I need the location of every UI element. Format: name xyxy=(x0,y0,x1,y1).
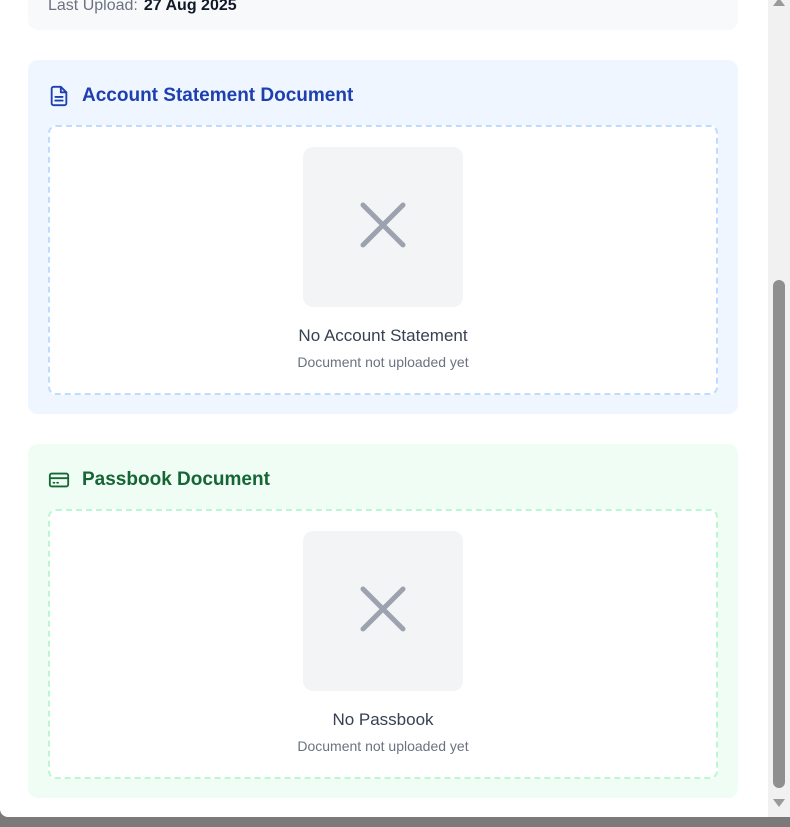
account-statement-title: Account Statement Document xyxy=(82,85,354,106)
document-modal: Last Upload: 27 Aug 2025 Account Statemen… xyxy=(0,0,768,817)
passbook-header: Passbook Document xyxy=(48,468,270,492)
scroll-down-arrow-icon[interactable] xyxy=(773,799,785,807)
card-icon xyxy=(48,469,70,491)
passbook-title: Passbook Document xyxy=(82,469,270,490)
account-statement-empty-title: No Account Statement xyxy=(298,326,468,345)
passbook-empty-subtitle: Document not uploaded yet xyxy=(297,738,469,754)
passbook-section: Passbook Document No Passbook Document n… xyxy=(28,444,738,798)
passbook-placeholder xyxy=(303,531,463,691)
account-statement-empty-subtitle: Document not uploaded yet xyxy=(297,354,469,370)
account-statement-dropzone[interactable]: No Account Statement Document not upload… xyxy=(48,125,718,395)
account-statement-placeholder xyxy=(303,147,463,307)
account-statement-header: Account Statement Document xyxy=(48,84,353,108)
close-icon xyxy=(353,579,413,644)
scroll-up-arrow-icon[interactable] xyxy=(773,0,785,6)
account-statement-section: Account Statement Document No Account St… xyxy=(28,60,738,414)
last-upload-line: Last Upload: 27 Aug 2025 xyxy=(48,0,237,15)
vertical-scrollbar[interactable] xyxy=(768,0,790,817)
passbook-dropzone[interactable]: No Passbook Document not uploaded yet xyxy=(48,509,718,779)
upload-info-card: Last Upload: 27 Aug 2025 xyxy=(28,0,738,30)
passbook-empty-title: No Passbook xyxy=(332,710,434,729)
last-upload-value: 27 Aug 2025 xyxy=(143,0,237,14)
last-upload-label: Last Upload: xyxy=(48,0,138,14)
document-icon xyxy=(48,85,70,107)
close-icon xyxy=(353,195,413,260)
scrollbar-thumb[interactable] xyxy=(773,280,785,788)
